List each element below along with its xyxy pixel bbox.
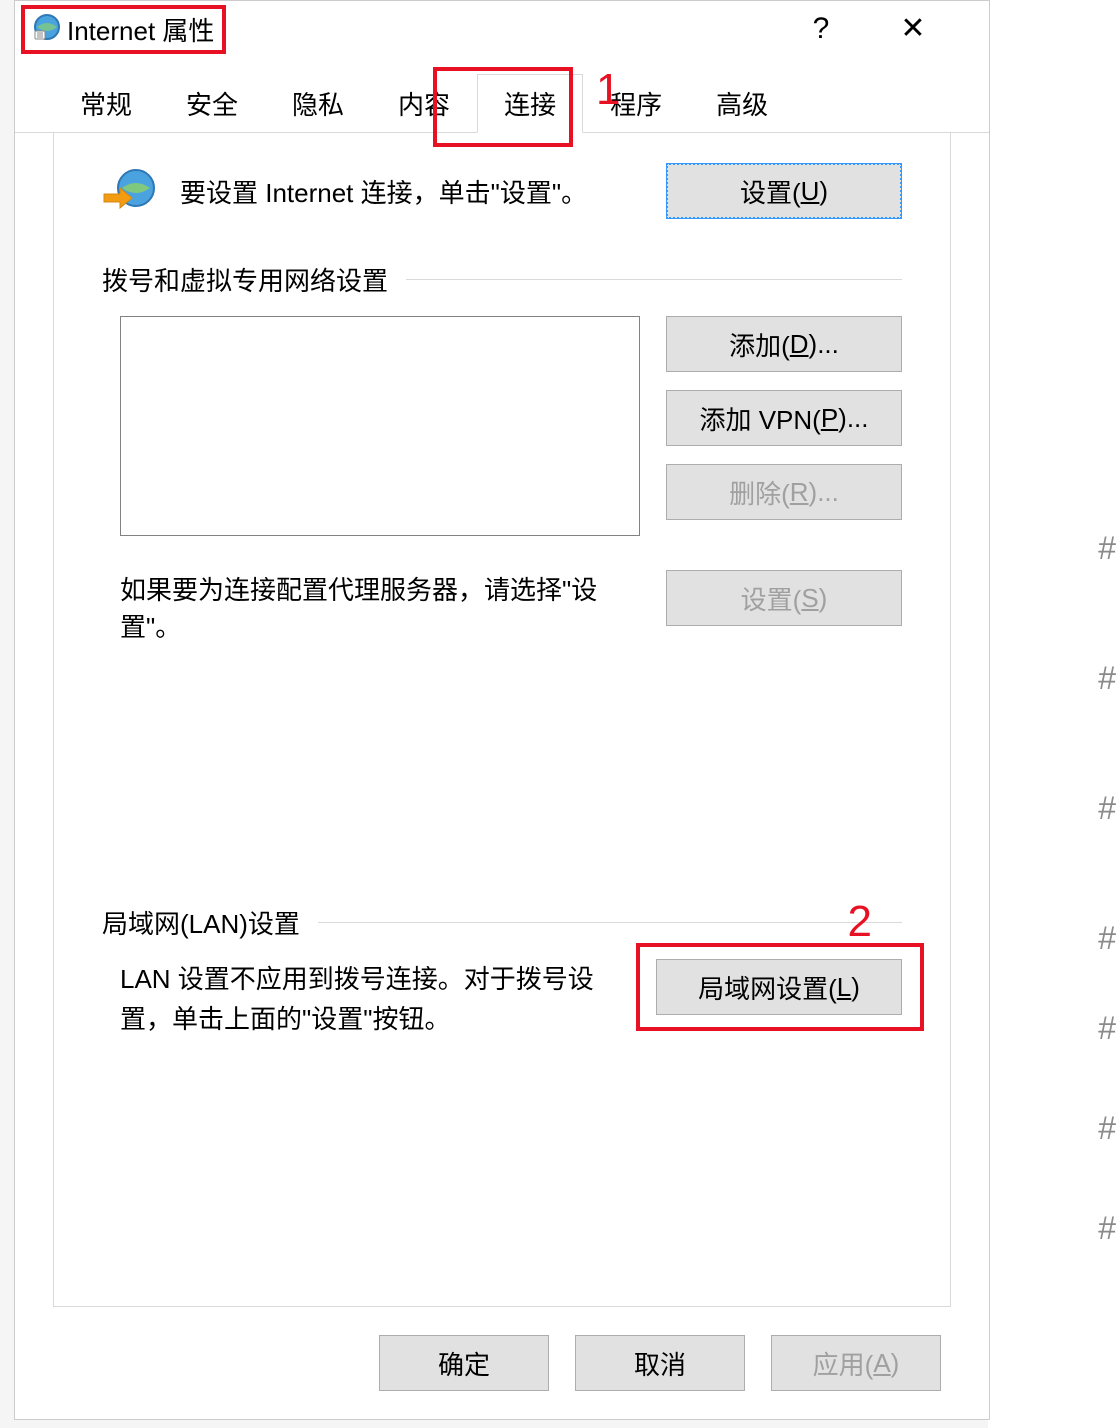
apply-hotkey: A <box>873 1348 890 1379</box>
globe-arrow-icon <box>102 164 156 218</box>
addvpn-suffix: )... <box>838 403 868 434</box>
lan-settings-button[interactable]: 局域网设置(L) <box>656 959 902 1015</box>
remove-connection-button: 删除(R)... <box>666 464 902 520</box>
addvpn-prefix: 添加 VPN( <box>699 400 820 437</box>
tab-general[interactable]: 常规 <box>53 74 159 133</box>
lan-button-suffix: ) <box>851 972 860 1003</box>
bg-hash: # <box>1098 1210 1116 1247</box>
window-title: Internet 属性 <box>67 11 214 48</box>
bg-hash: # <box>1098 790 1116 827</box>
setup-button-hotkey: U <box>801 176 820 207</box>
remove-hotkey: R <box>790 477 809 508</box>
lan-section-title-text: 局域网(LAN)设置 <box>102 904 300 941</box>
title-highlight-box: Internet 属性 <box>21 5 226 54</box>
dial-section-title-text: 拨号和虚拟专用网络设置 <box>102 261 388 298</box>
lan-section-title: 局域网(LAN)设置 <box>102 904 902 941</box>
lan-instruction-text: LAN 设置不应用到拨号连接。对于拨号设置，单击上面的"设置"按钮。 <box>120 959 630 1040</box>
bg-hash: # <box>1098 660 1116 697</box>
dial-settings-prefix: 设置( <box>741 580 802 617</box>
ok-button[interactable]: 确定 <box>379 1335 549 1391</box>
bg-hash: # <box>1098 530 1116 567</box>
tab-strip: 常规 安全 隐私 内容 连接 程序 高级 <box>15 79 989 133</box>
internet-options-icon <box>33 13 61 46</box>
bg-hash: # <box>1098 1010 1116 1047</box>
dial-settings-button: 设置(S) <box>666 570 902 626</box>
close-button[interactable]: ✕ <box>885 1 941 57</box>
setup-button[interactable]: 设置(U) <box>666 163 902 219</box>
dial-section-title: 拨号和虚拟专用网络设置 <box>102 261 902 298</box>
add-connection-button[interactable]: 添加(D)... <box>666 316 902 372</box>
tab-advanced[interactable]: 高级 <box>689 74 795 133</box>
tab-connections[interactable]: 连接 <box>477 74 583 133</box>
apply-prefix: 应用( <box>813 1345 874 1382</box>
dial-settings-hotkey: S <box>801 583 818 614</box>
bg-hash: # <box>1098 920 1116 957</box>
lan-button-hotkey: L <box>837 972 851 1003</box>
dial-connections-listbox[interactable] <box>120 316 640 536</box>
setup-row: 要设置 Internet 连接，单击"设置"。 设置(U) <box>102 163 902 219</box>
titlebar: Internet 属性 ? ✕ <box>15 1 989 57</box>
dial-row: 添加(D)... 添加 VPN(P)... 删除(R)... <box>120 316 902 536</box>
lan-row: LAN 设置不应用到拨号连接。对于拨号设置，单击上面的"设置"按钮。 局域网设置… <box>120 959 902 1040</box>
dialog-footer: 确定 取消 应用(A) <box>15 1307 989 1419</box>
setup-instruction-text: 要设置 Internet 连接，单击"设置"。 <box>180 173 642 210</box>
proxy-row: 如果要为连接配置代理服务器，请选择"设置"。 设置(S) <box>120 570 902 644</box>
setup-button-suffix: ) <box>819 176 828 207</box>
add-hotkey: D <box>790 329 809 360</box>
lan-section: 局域网(LAN)设置 LAN 设置不应用到拨号连接。对于拨号设置，单击上面的"设… <box>102 904 902 1040</box>
cancel-button[interactable]: 取消 <box>575 1335 745 1391</box>
tab-content[interactable]: 内容 <box>371 74 477 133</box>
tab-privacy[interactable]: 隐私 <box>265 74 371 133</box>
addvpn-hotkey: P <box>821 403 838 434</box>
add-vpn-button[interactable]: 添加 VPN(P)... <box>666 390 902 446</box>
dial-settings-suffix: ) <box>819 583 828 614</box>
remove-prefix: 删除( <box>729 474 790 511</box>
background-sidebar <box>988 0 1116 1428</box>
help-button[interactable]: ? <box>793 1 849 57</box>
setup-button-prefix: 设置( <box>740 173 801 210</box>
lan-button-prefix: 局域网设置( <box>698 969 837 1006</box>
bg-hash: # <box>1098 1110 1116 1147</box>
add-suffix: )... <box>809 329 839 360</box>
remove-suffix: )... <box>809 477 839 508</box>
proxy-instruction-text: 如果要为连接配置代理服务器，请选择"设置"。 <box>120 570 640 644</box>
tab-panel-connections: 要设置 Internet 连接，单击"设置"。 设置(U) 拨号和虚拟专用网络设… <box>53 133 951 1307</box>
add-prefix: 添加( <box>729 326 790 363</box>
apply-button: 应用(A) <box>771 1335 941 1391</box>
tab-programs[interactable]: 程序 <box>583 74 689 133</box>
apply-suffix: ) <box>891 1348 900 1379</box>
internet-properties-dialog: Internet 属性 ? ✕ 常规 安全 隐私 内容 连接 程序 高级 1 要… <box>14 0 990 1420</box>
tab-security[interactable]: 安全 <box>159 74 265 133</box>
dial-buttons: 添加(D)... 添加 VPN(P)... 删除(R)... <box>666 316 902 520</box>
